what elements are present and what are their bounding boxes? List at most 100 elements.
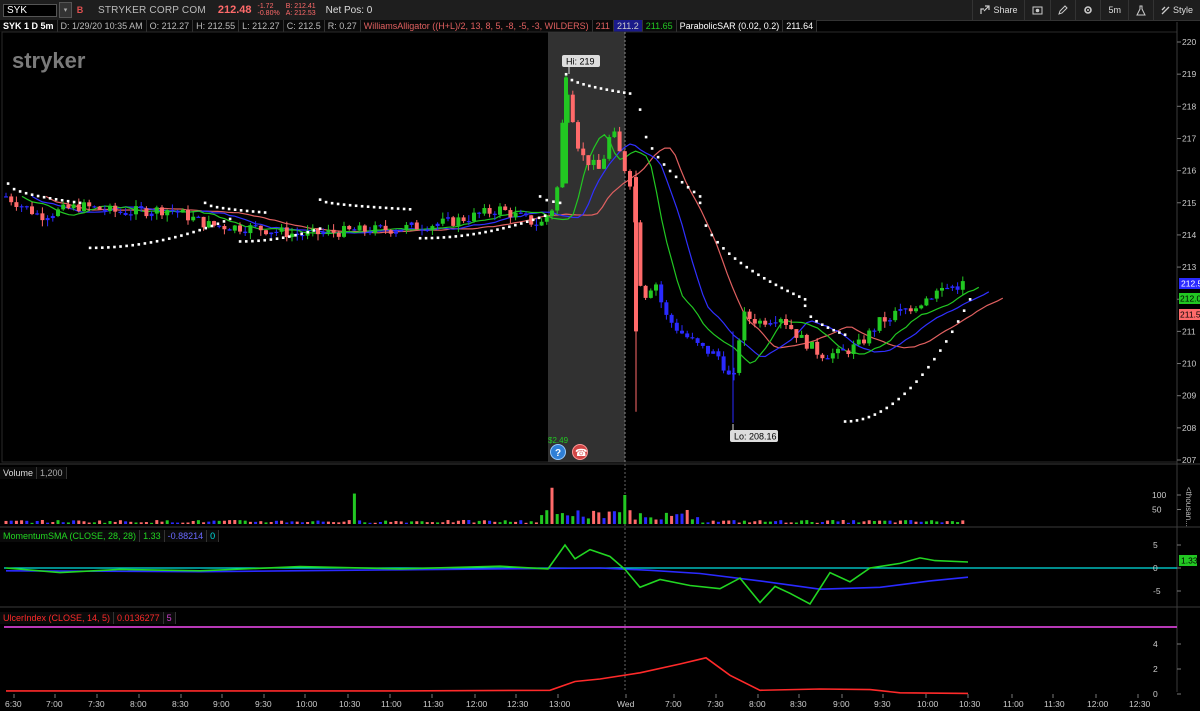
psar-dot [843,333,847,336]
volume-bar [930,520,934,524]
drawing-button[interactable] [1050,0,1075,20]
candle-body [726,370,731,375]
time-axis[interactable]: 6:30 7:00 7:30 8:00 8:30 9:00 9:30 10:00 10:30 11… [5,694,1151,709]
price-tick-label: 215 [1182,198,1196,208]
candle-body [9,196,14,203]
volume-bar [883,520,887,524]
volume-bar [280,520,284,524]
psar-dot [727,252,731,256]
candle-body [87,202,92,207]
candle-body [893,310,898,321]
price-axis[interactable]: 2202192182172162152142132122112102092082… [1177,37,1196,465]
candle-body [810,341,814,349]
candle-body [534,224,539,226]
candle-body [40,213,45,221]
candle-body [763,320,768,325]
momentum-sma-value: -0.88214 [164,530,208,542]
psar-dot [204,226,208,230]
volume-bar [233,520,237,524]
volume-bar [685,509,689,524]
psar-dot [843,420,847,423]
volume-bar [181,522,185,524]
momentum-zero-value: 0 [207,530,220,542]
psar-dot [227,207,231,211]
volume-bar [737,522,741,524]
candle-body [602,158,606,169]
chart-area[interactable]: stryker Hi: 219 Lo: 208.16 $2.49 ? ☎ 220… [0,22,1200,711]
ulcer-title[interactable]: UlcerIndex (CLOSE, 14, 5) [0,612,115,624]
time-tick-label: 9:30 [874,699,891,709]
time-tick-label: 8:00 [749,699,766,709]
candle-body [524,213,528,216]
candle-body [841,348,846,351]
alligator-lips-line [21,133,980,364]
candle-body [706,345,710,354]
percent-change: -0.80% [257,10,280,17]
volume-title[interactable]: Volume [0,467,38,479]
candle-body [128,214,133,216]
time-tick-label: 10:00 [296,699,318,709]
volume-bar [295,521,299,524]
volume-bar [430,522,434,524]
candle-body [513,212,518,218]
candle-body [799,334,804,338]
psar-dot [716,240,719,244]
candle-body [61,204,66,210]
candle-body [232,225,237,231]
psar-dot [174,235,177,239]
price-axis-markers: 212.5 212.01 211.52 [1179,278,1200,320]
candle-body [794,329,799,338]
symbol-input[interactable] [3,3,57,17]
volume-bar [363,522,367,524]
camera-icon [1032,6,1043,15]
candle-body [924,298,929,306]
candle-body [752,318,757,324]
settings-button[interactable] [1075,0,1100,20]
volume-bar [191,520,195,524]
candle-body [742,311,747,341]
psar-dot [149,241,153,244]
candle-body [461,217,466,222]
volume-bar [217,520,221,524]
volume-bar [46,522,50,524]
candle-body [586,155,591,166]
volume-bar [831,520,835,524]
volume-bar [732,520,736,524]
candle-body [950,286,955,288]
candle-body [175,210,180,213]
candle-body [383,225,388,231]
candle-body [607,137,612,159]
snapshot-button[interactable] [1024,0,1050,20]
studies-button[interactable] [1127,0,1153,20]
psar-dot [490,229,493,233]
volume-bar [389,521,393,524]
volume-bar [196,520,200,524]
volume-bar [358,520,362,524]
share-button[interactable]: Share [972,0,1024,20]
momentum-title[interactable]: MomentumSMA (CLOSE, 28, 28) [0,530,141,542]
volume-bar [664,512,668,524]
volume-bar [113,521,117,524]
share-label: Share [993,5,1018,15]
symbol-dropdown-button[interactable]: ▾ [59,2,72,18]
psar-dot [576,81,580,84]
candle-body [851,344,856,355]
psar-dot [909,386,912,390]
time-tick-label: 10:30 [339,699,361,709]
price-tick-label: 220 [1182,37,1196,47]
candle-body [716,351,721,357]
conference-call-marker[interactable]: ☎ [572,444,588,460]
candle-body [581,148,586,156]
volume-bar [254,521,258,524]
candle-body [596,159,601,169]
price-tick-label: 214 [1182,230,1196,240]
candle-body [347,225,352,230]
candle-body [165,210,170,216]
volume-bar [212,520,216,524]
candle-body [440,218,445,224]
candle-body [404,224,409,231]
psar-dot [167,237,171,240]
earnings-marker[interactable]: ? [550,444,566,460]
style-button[interactable]: Style [1152,0,1200,20]
timeframe-button[interactable]: 5m [1100,0,1128,20]
